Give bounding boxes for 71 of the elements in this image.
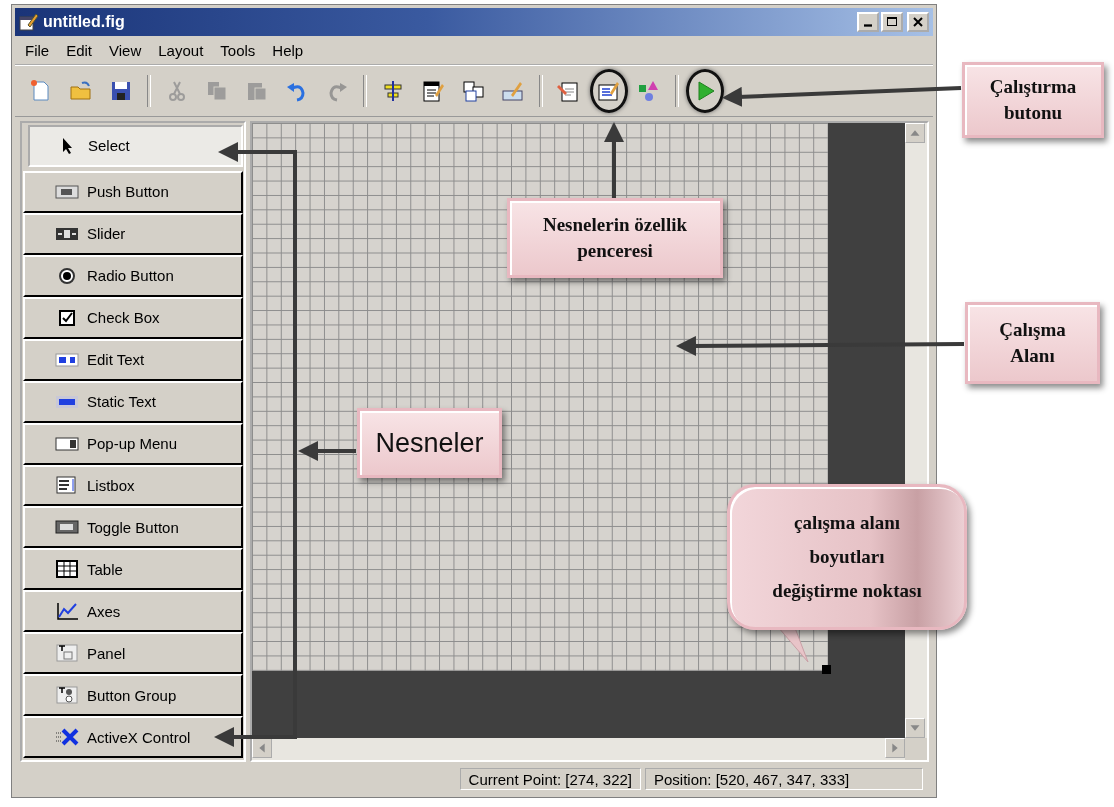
callout-text: Nesnelerin özellik (542, 213, 688, 238)
menu-item[interactable]: Tools (220, 41, 256, 59)
scroll-left-icon[interactable] (252, 738, 272, 758)
maximize-button[interactable] (881, 12, 903, 32)
component-palette-item[interactable]: Listbox (23, 464, 243, 507)
copy-icon (205, 79, 229, 103)
menu-item[interactable]: Help (272, 41, 304, 59)
component-palette-item[interactable]: Select (28, 125, 243, 167)
callout-text: boyutları (809, 544, 885, 569)
component-palette-item[interactable]: Check Box (23, 296, 243, 339)
horizontal-scrollbar[interactable] (252, 738, 905, 760)
component-palette-item[interactable]: Pop-up Menu (23, 422, 243, 465)
menu-item[interactable]: Edit (66, 41, 93, 59)
table-icon (55, 560, 79, 579)
panel-icon (55, 644, 79, 663)
scroll-right-icon[interactable] (885, 738, 905, 758)
toggle-button-icon (55, 518, 79, 537)
maximize-icon (886, 16, 898, 28)
component-palette-item[interactable]: Table (23, 548, 243, 591)
window-title: untitled.fig (43, 13, 126, 31)
scroll-down-icon[interactable] (905, 718, 925, 738)
callout-text: çalışma alanı (793, 510, 901, 535)
callout-text: Alanı (1010, 344, 1055, 368)
callout-text: Çalıştırma (989, 75, 1077, 100)
callout-text: Çalışma (999, 318, 1066, 343)
position-readout: Position: [520, 467, 347, 333] (645, 768, 923, 790)
folder-icon (69, 79, 93, 103)
callout-text: butonu (1003, 101, 1063, 125)
button-group-icon (55, 686, 79, 705)
menu-item[interactable]: File (25, 41, 50, 59)
highlight-ring (686, 69, 724, 113)
document-pencil-icon (421, 79, 445, 103)
minimize-button[interactable] (857, 12, 879, 32)
callout-text: Nesneler (375, 427, 484, 459)
highlight-ring (590, 69, 628, 113)
edit-text-icon (55, 350, 79, 369)
toolbar-button[interactable] (589, 67, 629, 115)
minimize-icon (864, 23, 872, 27)
callout-text: değiştirme noktası (772, 579, 922, 604)
component-palette-item[interactable]: Axes (23, 590, 243, 633)
listbox-icon (55, 476, 79, 495)
close-icon (912, 16, 924, 28)
shapes-icon (637, 79, 661, 103)
component-palette-item[interactable]: Radio Button (23, 254, 243, 297)
document-pencil-icon (557, 79, 581, 103)
toolbar-button[interactable] (685, 67, 725, 115)
scroll-up-icon[interactable] (905, 123, 925, 143)
popup-menu-icon (55, 434, 79, 453)
resize-handle[interactable] (822, 665, 831, 674)
numbered-boxes-icon (461, 79, 485, 103)
push-button-icon (55, 182, 79, 201)
component-palette-item[interactable]: Push Button (23, 170, 243, 213)
menu-item[interactable]: Layout (158, 41, 204, 59)
x-icon (55, 728, 79, 747)
component-palette-item[interactable]: Toggle Button (23, 506, 243, 549)
current-point-readout: Current Point: [274, 322] (459, 768, 641, 790)
arrow (298, 441, 356, 461)
component-palette-item[interactable]: Edit Text (23, 338, 243, 381)
component-palette-item[interactable]: ActiveX Control (23, 716, 243, 759)
component-palette-item[interactable]: Button Group (23, 674, 243, 717)
component-palette-item[interactable]: Static Text (23, 380, 243, 423)
callout-text: penceresi (577, 239, 653, 263)
align-icon (381, 79, 405, 103)
pencil-toolbar-icon (501, 79, 525, 103)
figure-pencil-icon (19, 12, 39, 32)
axes-icon (55, 602, 79, 621)
list-pencil-icon (597, 79, 621, 103)
close-button[interactable] (907, 12, 929, 32)
component-palette-item[interactable]: Panel (23, 632, 243, 675)
menu-item[interactable]: View (109, 41, 142, 59)
component-palette-item[interactable]: Slider (23, 212, 243, 255)
